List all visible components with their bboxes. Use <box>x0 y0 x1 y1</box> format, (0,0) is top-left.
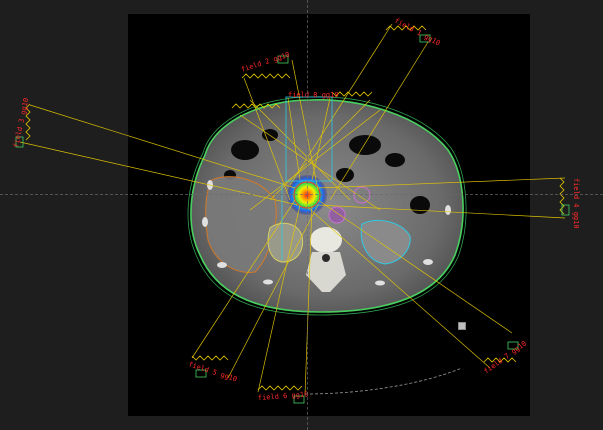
beam-label-left[interactable]: field 3 gg10 <box>12 97 30 148</box>
beam-label-top-center[interactable]: field 8 gg10 <box>288 91 339 99</box>
kidney-right-contour <box>267 222 304 263</box>
beam-label-bottom-right[interactable]: field 7 gg10 <box>482 339 528 375</box>
ct-viewport[interactable]: field 1 gg10 field 2 gg10 field 3 gg10 f… <box>0 0 603 430</box>
crosshair-horizontal[interactable] <box>0 194 603 195</box>
beam-label-top-right[interactable]: field 1 gg10 <box>393 17 441 48</box>
reference-point-marker[interactable] <box>458 322 466 330</box>
beam-label-bottom-left[interactable]: field 5 gg10 <box>187 360 238 383</box>
crosshair-vertical[interactable] <box>307 0 308 430</box>
beam-label-bottom[interactable]: field 6 gg10 <box>258 390 309 402</box>
beam-label-right[interactable]: field 4 gg10 <box>572 178 580 229</box>
beam-label-top-left[interactable]: field 2 gg10 <box>240 51 291 74</box>
beam-overlay: field 1 gg10 field 2 gg10 field 3 gg10 f… <box>12 17 580 404</box>
gantry-arc <box>304 367 463 395</box>
